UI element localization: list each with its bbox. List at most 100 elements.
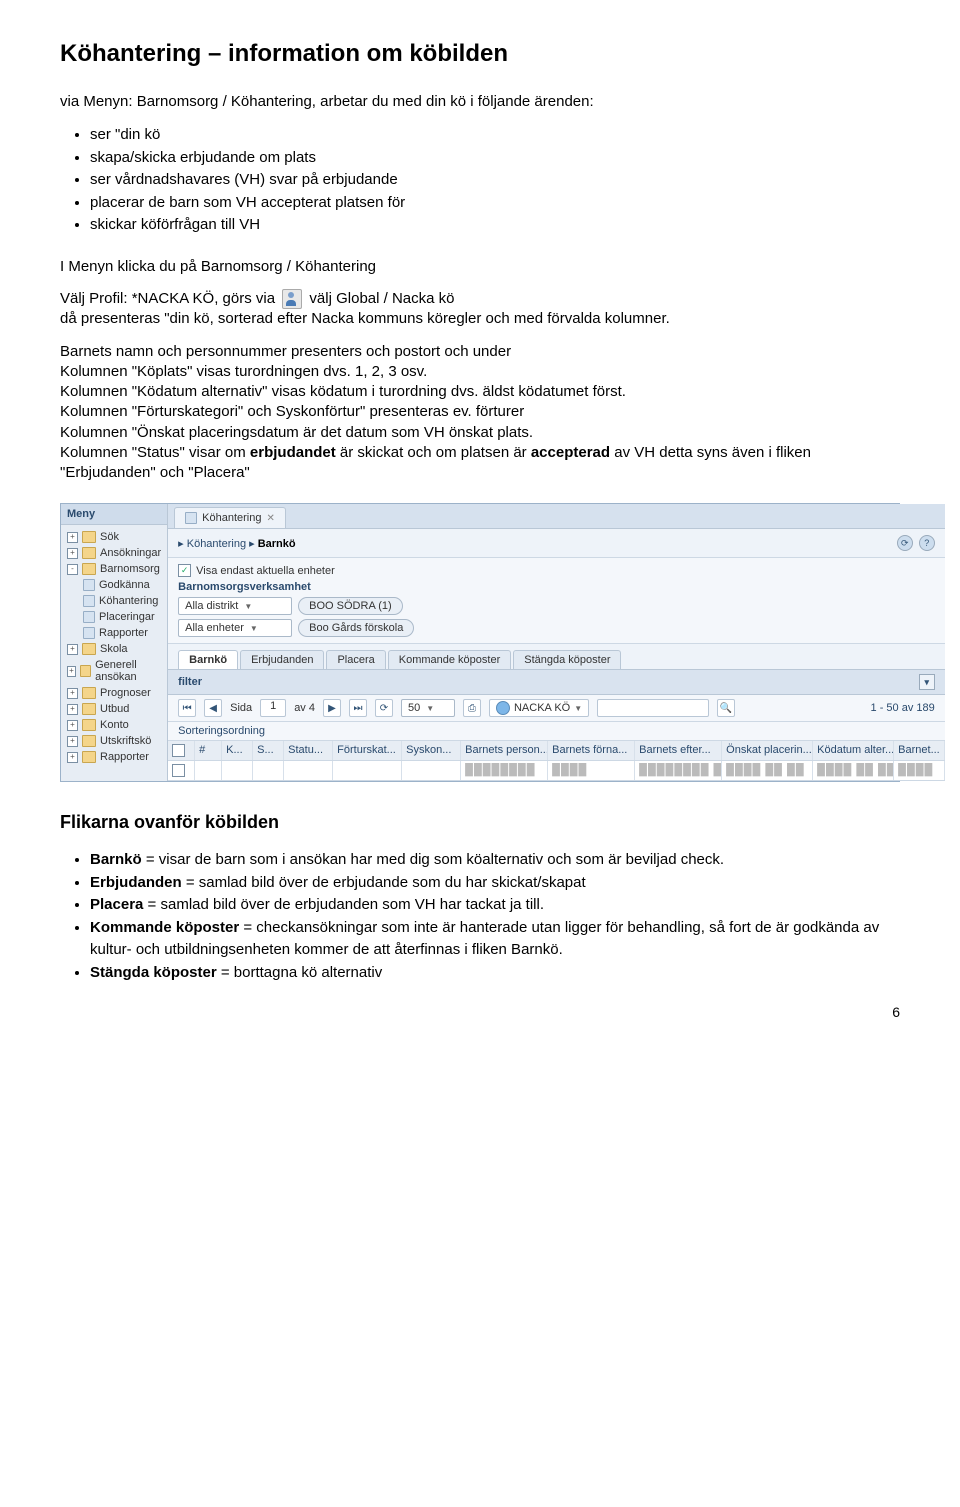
table-row[interactable]: ████████ ████ ████████ ██ ████ ██ ██ ███… <box>168 761 945 781</box>
tree-item-utskriftsko[interactable]: + Utskriftskö <box>61 733 167 749</box>
col-status[interactable]: Statu... <box>284 741 333 760</box>
filter-bar[interactable]: filter ▾ <box>168 669 945 695</box>
bold: Barnkö <box>90 851 142 868</box>
first-page-button[interactable]: ⏮ <box>178 699 196 717</box>
chevron-down-icon: ▼ <box>426 704 434 713</box>
row-cell <box>333 761 402 780</box>
expand-icon[interactable]: + <box>67 752 78 763</box>
col-syskon[interactable]: Syskon... <box>402 741 461 760</box>
inner-tabs: Barnkö Erbjudanden Placera Kommande köpo… <box>168 644 945 669</box>
help-icon[interactable]: ? <box>919 535 935 551</box>
page-word: Sida <box>230 702 252 714</box>
col-s[interactable]: S... <box>253 741 284 760</box>
tree: +Sök +Ansökningar -Barnomsorg Godkänna K… <box>61 525 167 769</box>
distrikt-label-select[interactable]: Alla distrikt▼ <box>178 597 292 615</box>
expand-icon[interactable]: + <box>67 666 76 677</box>
tree-item-rapporter[interactable]: Rapporter <box>61 625 167 641</box>
tree-item-konto[interactable]: +Konto <box>61 717 167 733</box>
tree-label: Prognoser <box>100 687 151 699</box>
expand-icon[interactable]: + <box>67 532 78 543</box>
col-fornamn[interactable]: Barnets förna... <box>548 741 635 760</box>
tree-label: Utskriftskö <box>100 735 151 747</box>
tab-erbjudanden[interactable]: Erbjudanden <box>240 650 324 669</box>
close-icon[interactable]: ✕ <box>266 513 274 524</box>
tab-placera[interactable]: Placera <box>326 650 385 669</box>
select-value: Alla enheter <box>185 622 244 634</box>
tree-item-godkanna[interactable]: Godkänna <box>61 577 167 593</box>
tree-item-prognoser[interactable]: + Prognoser <box>61 685 167 701</box>
folder-icon <box>82 751 96 763</box>
next-page-button[interactable]: ▶ <box>323 699 341 717</box>
expand-icon[interactable]: + <box>67 548 78 559</box>
profile-name: NACKA KÖ <box>514 702 570 714</box>
leaf-icon <box>83 579 95 591</box>
tab-kommande[interactable]: Kommande köposter <box>388 650 512 669</box>
search-input[interactable] <box>597 699 709 717</box>
tree-label: Generell ansökan <box>95 659 161 683</box>
last-page-button[interactable]: ⏭ <box>349 699 367 717</box>
search-button[interactable]: 🔍 <box>717 699 735 717</box>
col-personnr[interactable]: Barnets person... <box>461 741 548 760</box>
col-efternamn[interactable]: Barnets efter... <box>635 741 722 760</box>
tree-item-utbud[interactable]: +Utbud <box>61 701 167 717</box>
col-kodatum[interactable]: Ködatum alter... <box>813 741 894 760</box>
chevron-down-icon[interactable]: ▾ <box>919 674 935 690</box>
tree-item-placeringar[interactable]: Placeringar <box>61 609 167 625</box>
checkbox-icon[interactable]: ✓ <box>178 564 191 577</box>
checkbox-row[interactable]: ✓ Visa endast aktuella enheter <box>178 564 935 577</box>
row-cell <box>402 761 461 780</box>
enheter-value[interactable]: Boo Gårds förskola <box>298 619 414 637</box>
text: = samlad bild över de erbjudande som du … <box>182 874 586 891</box>
col-num[interactable]: # <box>195 741 222 760</box>
col-onskat[interactable]: Önskat placerin... <box>722 741 813 760</box>
expand-icon[interactable]: + <box>67 720 78 731</box>
folder-icon <box>82 531 96 543</box>
breadcrumb-item[interactable]: Köhantering <box>187 538 246 550</box>
expand-icon[interactable]: + <box>67 736 78 747</box>
tree-label: Placeringar <box>99 611 155 623</box>
expand-icon[interactable]: + <box>67 704 78 715</box>
pagesize-select[interactable]: 50 ▼ <box>401 699 455 717</box>
tree-item-sok[interactable]: +Sök <box>61 529 167 545</box>
text: Kolumnen "Önskat placeringsdatum är det … <box>60 424 533 441</box>
checkbox-icon[interactable] <box>172 744 185 757</box>
export-button[interactable]: ⎙ <box>463 699 481 717</box>
enheter-label-select[interactable]: Alla enheter▼ <box>178 619 292 637</box>
checkbox-icon[interactable] <box>172 764 185 777</box>
col-k[interactable]: K... <box>222 741 253 760</box>
col-checkbox[interactable] <box>168 741 195 760</box>
tab-kohantering[interactable]: Köhantering ✕ <box>174 507 286 528</box>
refresh-button[interactable]: ⟳ <box>375 699 393 717</box>
leaf-icon <box>83 595 95 607</box>
refresh-icon[interactable]: ⟳ <box>897 535 913 551</box>
row-cell <box>195 761 222 780</box>
row-cell <box>284 761 333 780</box>
tab-barnko[interactable]: Barnkö <box>178 650 238 669</box>
distrikt-value[interactable]: BOO SÖDRA (1) <box>298 597 403 615</box>
prev-page-button[interactable]: ◀ <box>204 699 222 717</box>
help-icons: ⟳ ? <box>897 535 935 551</box>
tree-item-kohantering[interactable]: Köhantering <box>61 593 167 609</box>
row-cell: ████████ <box>461 761 548 780</box>
col-barnet[interactable]: Barnet... <box>894 741 945 760</box>
expand-icon[interactable]: + <box>67 644 78 655</box>
select-value: 50 <box>408 702 420 714</box>
tree-item-barnomsorg[interactable]: -Barnomsorg <box>61 561 167 577</box>
leaf-icon <box>83 627 95 639</box>
tree-item-skola[interactable]: +Skola <box>61 641 167 657</box>
col-forturs[interactable]: Förturskat... <box>333 741 402 760</box>
row-checkbox[interactable] <box>168 761 195 780</box>
folder-icon <box>82 719 96 731</box>
tree-item-generell[interactable]: + Generell ansökan <box>61 657 167 685</box>
tree-label: Rapporter <box>99 627 148 639</box>
page-input[interactable]: 1 <box>260 699 286 717</box>
tree-item-rapporter2[interactable]: +Rapporter <box>61 749 167 765</box>
tab-stangda[interactable]: Stängda köposter <box>513 650 621 669</box>
expand-icon[interactable]: + <box>67 688 78 699</box>
profile-select[interactable]: NACKA KÖ ▼ <box>489 699 589 717</box>
breadcrumb-current: Barnkö <box>258 538 296 550</box>
main-panel: Köhantering ✕ ▸ Köhantering ▸ Barnkö ⟳ ?… <box>168 504 945 781</box>
folder-icon <box>82 735 96 747</box>
collapse-icon[interactable]: - <box>67 564 78 575</box>
tree-item-ansokningar[interactable]: +Ansökningar <box>61 545 167 561</box>
